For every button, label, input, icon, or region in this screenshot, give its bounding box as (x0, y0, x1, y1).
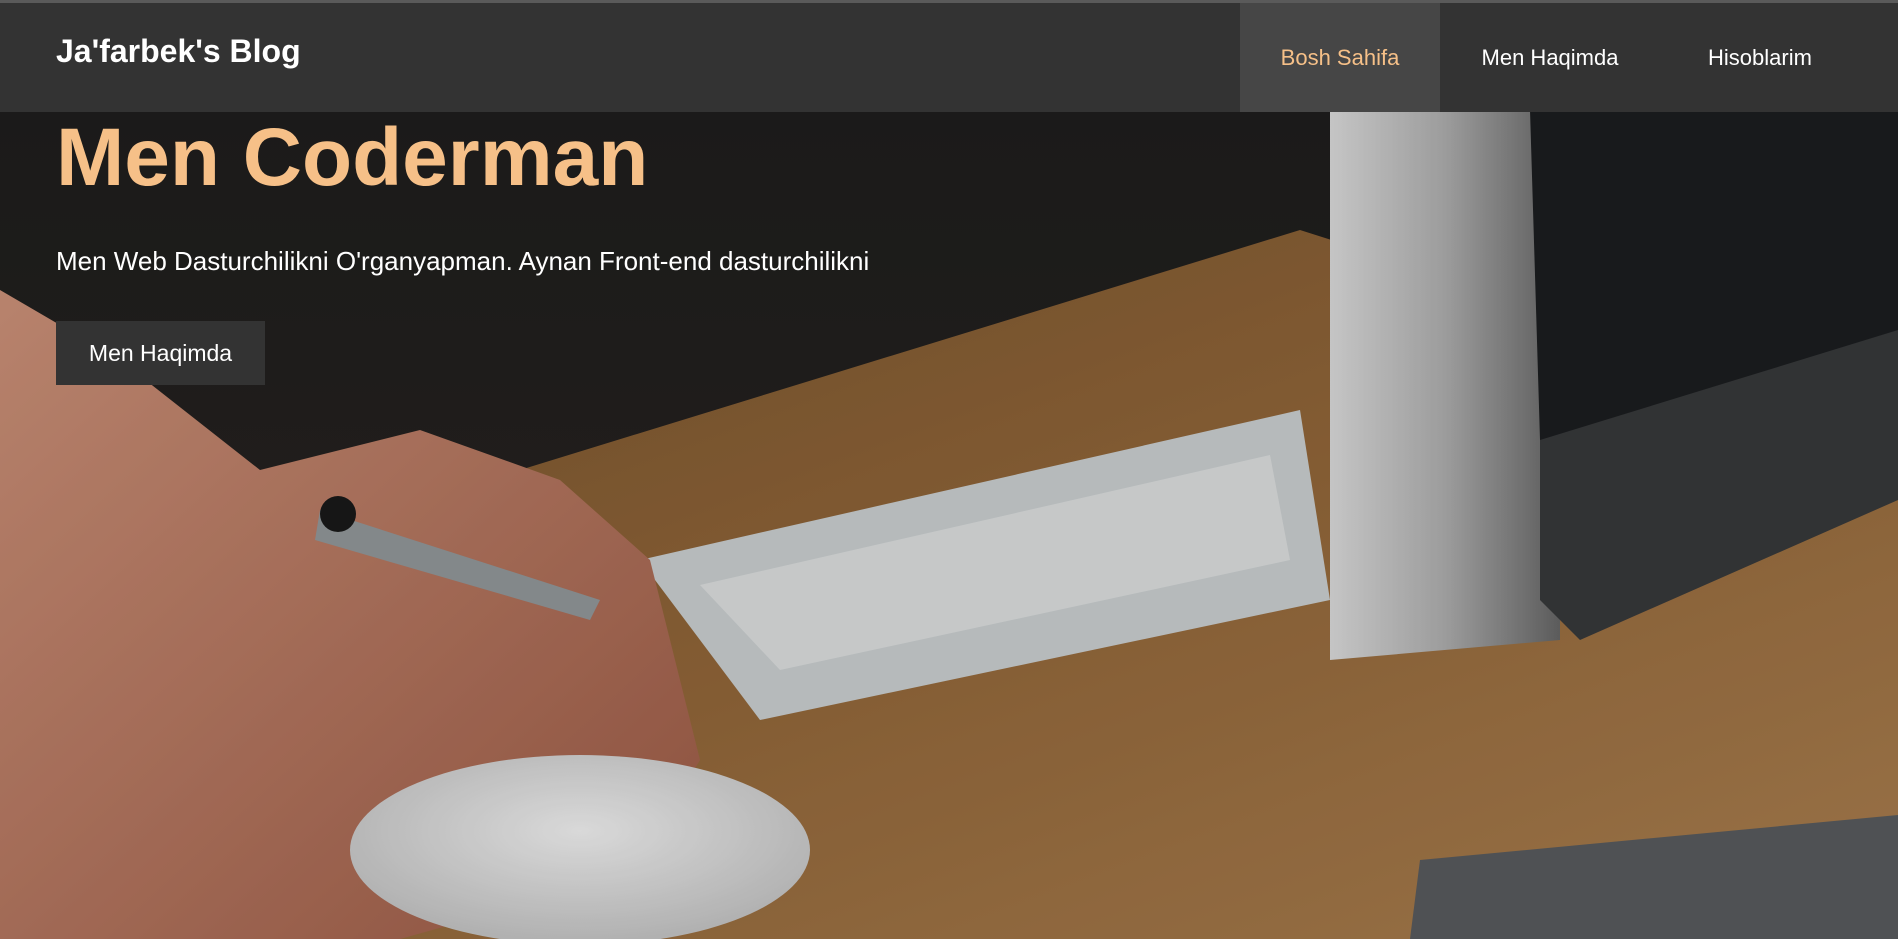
hero-title: Men Coderman (56, 112, 649, 203)
nav-item-home[interactable]: Bosh Sahifa (1240, 3, 1440, 112)
nav-item-about[interactable]: Men Haqimda (1440, 3, 1660, 112)
brand-logo[interactable]: Ja'farbek's Blog (56, 33, 301, 70)
top-navbar: Ja'farbek's Blog Bosh Sahifa Men Haqimda… (0, 0, 1898, 112)
about-me-button[interactable]: Men Haqimda (56, 321, 265, 385)
nav-item-accounts[interactable]: Hisoblarim (1660, 3, 1860, 112)
main-nav: Bosh Sahifa Men Haqimda Hisoblarim (1240, 3, 1898, 112)
hero-subtitle: Men Web Dasturchilikni O'rganyapman. Ayn… (56, 246, 870, 276)
